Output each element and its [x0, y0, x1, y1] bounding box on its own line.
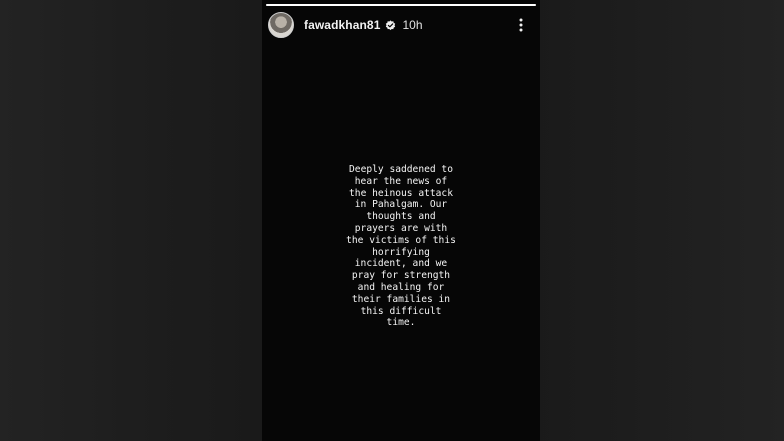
story-progress-bar: [266, 4, 536, 6]
profile-avatar[interactable]: [268, 12, 294, 38]
more-options-button[interactable]: [514, 16, 528, 34]
story-viewer[interactable]: fawadkhan81 10h Deeply saddened to hear …: [262, 0, 540, 441]
more-vertical-icon: [519, 18, 523, 32]
story-header: fawadkhan81 10h: [268, 11, 534, 39]
username[interactable]: fawadkhan81: [304, 18, 380, 32]
story-timestamp: 10h: [402, 18, 423, 32]
story-message-text: Deeply saddened to hear the news of the …: [346, 164, 456, 329]
verified-badge-icon: [386, 19, 396, 30]
story-progress-fill: [266, 4, 536, 6]
page-background: fawadkhan81 10h Deeply saddened to hear …: [0, 0, 784, 441]
